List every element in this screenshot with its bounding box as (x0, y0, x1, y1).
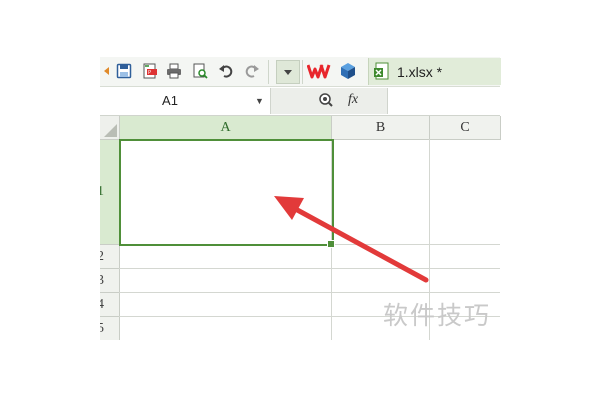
redo-icon[interactable] (243, 62, 261, 80)
print-icon[interactable] (165, 62, 183, 80)
cube-icon[interactable] (339, 62, 357, 80)
zoom-search-icon[interactable] (318, 92, 334, 113)
spreadsheet-file-icon (373, 62, 391, 85)
print-preview-icon[interactable] (191, 62, 209, 80)
name-box-value: A1 (162, 93, 178, 108)
annotation-arrow-icon (274, 196, 429, 283)
formula-input[interactable] (389, 88, 500, 114)
row-header-4[interactable]: 4 (100, 293, 120, 317)
column-header-a[interactable]: A (120, 116, 332, 141)
export-pdf-icon[interactable]: P (141, 62, 159, 80)
name-box-dropdown-icon[interactable]: ▼ (255, 96, 264, 106)
undo-icon[interactable] (217, 62, 235, 80)
toolbar-separator (302, 60, 303, 84)
select-all-corner[interactable] (100, 116, 120, 140)
insert-function-button[interactable]: fx (348, 92, 358, 108)
row-header-3[interactable]: 3 (100, 269, 120, 293)
document-tab-title: 1.xlsx * (397, 63, 443, 80)
wps-logo-icon[interactable] (307, 62, 331, 80)
toolbar-separator (268, 60, 269, 84)
row-header-4-label: 4 (100, 297, 104, 313)
svg-text:P: P (148, 70, 151, 76)
row-header-1-label: 1 (100, 184, 104, 200)
row-header-3-label: 3 (100, 273, 104, 289)
grid-line (119, 292, 500, 293)
row-header-5[interactable]: 5 (100, 317, 120, 340)
toolbar-dropdown-button[interactable] (276, 60, 300, 84)
dropdown-arrow-icon (284, 70, 292, 75)
column-header-c[interactable]: C (430, 116, 501, 140)
save-icon[interactable] (115, 62, 133, 80)
row-header-5-label: 5 (100, 321, 104, 337)
toolbar-edge-icon (98, 62, 116, 80)
watermark-text: 软件技巧 (383, 301, 492, 330)
row-header-1[interactable]: 1 (100, 140, 120, 245)
document-tab[interactable]: 1.xlsx * (368, 58, 501, 85)
corner-triangle-icon (104, 124, 117, 137)
column-header-b[interactable]: B (332, 116, 430, 140)
cell-c1[interactable] (430, 139, 500, 244)
row-header-2[interactable]: 2 (100, 245, 120, 269)
row-header-2-label: 2 (100, 249, 104, 265)
